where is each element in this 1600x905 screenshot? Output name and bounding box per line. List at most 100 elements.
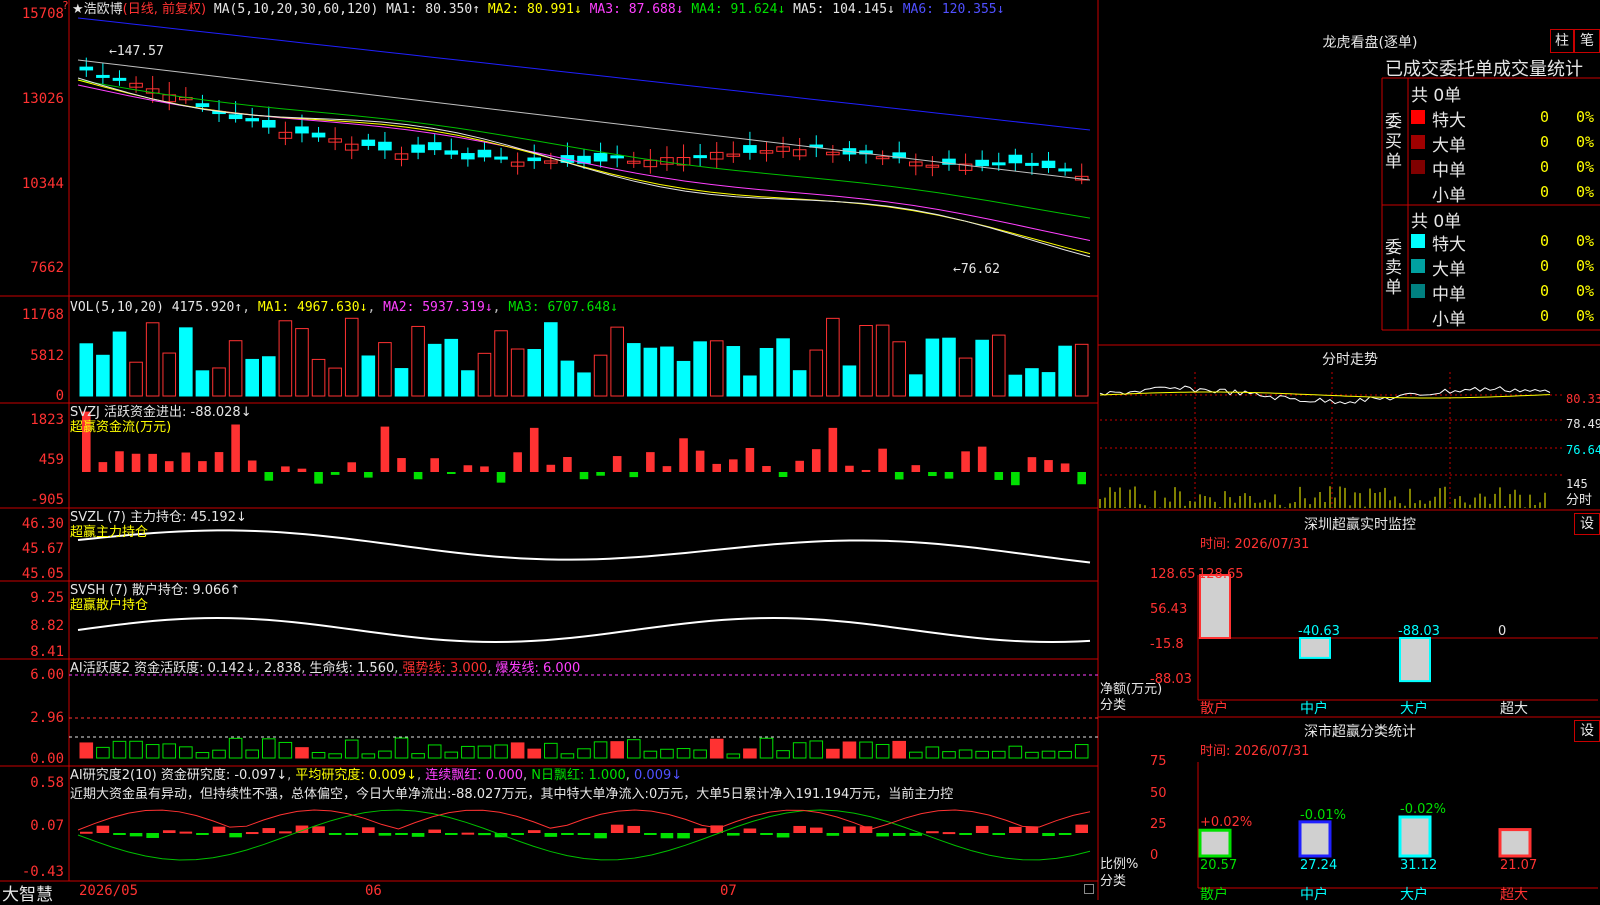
volume-bar xyxy=(1008,374,1023,397)
research-bar xyxy=(1058,833,1072,835)
sz-class-settings-button[interactable]: 设 xyxy=(1574,720,1600,742)
sz-class-bar xyxy=(1298,820,1332,858)
money-flow-bar xyxy=(247,460,257,472)
volume-bar xyxy=(991,334,1006,397)
money-flow-bar xyxy=(380,426,390,472)
volume-bar xyxy=(278,320,293,397)
chart-mode: (日线, 前复权) xyxy=(122,2,207,17)
research-bar xyxy=(395,833,408,835)
volume-bar xyxy=(228,340,243,397)
volume-bar xyxy=(909,374,923,397)
activity-bar xyxy=(610,741,624,759)
money-flow-bar xyxy=(928,472,937,477)
volume-bar xyxy=(179,327,193,397)
sz-class-yunit: 比例% xyxy=(1100,857,1139,872)
lock-icon[interactable] xyxy=(1084,884,1094,894)
svzj-ytick-1: 1823 xyxy=(30,412,64,428)
sz-class-ytick-3: 0 xyxy=(1150,848,1159,863)
activity-bar xyxy=(1025,751,1039,759)
activity-bar xyxy=(743,748,757,759)
money-flow-bar xyxy=(662,466,672,472)
stock-name: ★浩欧博 xyxy=(72,2,123,17)
candle-body xyxy=(112,77,127,81)
sell-count-0: 0 xyxy=(1540,232,1550,250)
sz-class-ratio-1: 27.24 xyxy=(1300,858,1338,873)
sz-class-cat-2: 大户 xyxy=(1400,887,1428,903)
date-label-3: 07 xyxy=(720,883,737,899)
volume-bar xyxy=(892,341,907,397)
candle-body xyxy=(461,153,475,160)
ai1-ytick-1: 6.00 xyxy=(30,667,64,683)
intraday-ytick-3: 76.64 xyxy=(1566,443,1600,457)
research-bar xyxy=(1075,824,1088,833)
volume-bar xyxy=(809,349,824,397)
research-bar xyxy=(1009,826,1022,833)
volume-bar xyxy=(1025,368,1039,397)
money-flow-bar xyxy=(430,458,439,472)
volume-bar xyxy=(510,348,525,397)
money-flow-bar xyxy=(646,452,655,472)
tab-tick-view[interactable]: 笔 xyxy=(1574,29,1600,53)
money-flow-bar xyxy=(911,465,921,472)
sz-monitor-cat-1: 中户 xyxy=(1300,701,1328,717)
buy-count-2: 0 xyxy=(1540,158,1550,176)
research-bar xyxy=(727,833,740,836)
buy-order-label: 委买单 xyxy=(1385,112,1402,172)
vol-value: 4175.920↑ xyxy=(171,300,243,315)
candle-body xyxy=(228,114,243,120)
research-bar xyxy=(478,833,491,836)
candle-body xyxy=(261,119,276,128)
activity-bar xyxy=(726,753,741,759)
intraday-vol-tick: 145 xyxy=(1566,477,1588,491)
activity-bar xyxy=(593,741,608,759)
candle-body xyxy=(991,162,1006,166)
research-bar xyxy=(411,833,425,837)
sz-monitor-settings-button[interactable]: 设 xyxy=(1574,513,1600,535)
research-bar xyxy=(743,828,757,833)
activity-bar xyxy=(1041,750,1056,759)
activity-bar xyxy=(826,748,840,759)
money-flow-bar xyxy=(861,469,871,472)
main-holding-line xyxy=(77,529,1091,564)
stock-chart-canvas[interactable] xyxy=(0,0,1600,900)
volume-bar xyxy=(859,325,873,397)
sell-swatch-3 xyxy=(1411,309,1425,323)
sz-class-bar xyxy=(1398,815,1432,858)
candle-body xyxy=(1041,160,1056,169)
money-flow-bar xyxy=(264,472,274,481)
research-bar xyxy=(826,833,840,836)
activity-bar xyxy=(444,751,459,759)
ma6-value: MA6: 120.355↓ xyxy=(902,2,1005,17)
money-flow-bar xyxy=(596,472,605,476)
activity-bar xyxy=(842,741,857,759)
sz-monitor-time: 时间: 2026/07/31 xyxy=(1200,537,1310,552)
sz-class-change-1: -0.01% xyxy=(1300,808,1346,823)
research-line xyxy=(77,809,1091,831)
money-flow-bar xyxy=(397,458,406,472)
sell-total: 共 0单 xyxy=(1411,212,1462,232)
volume-bar xyxy=(709,340,724,397)
ai2-ytick-1: 0.58 xyxy=(30,775,64,791)
tab-bar-view[interactable]: 柱 xyxy=(1550,29,1574,53)
research-bar xyxy=(1042,833,1055,837)
volume-bar xyxy=(195,370,210,397)
candle-body xyxy=(96,74,110,78)
activity-bar xyxy=(909,751,923,759)
research-bar xyxy=(660,833,674,839)
money-flow-bar xyxy=(496,472,506,483)
research-bar xyxy=(627,825,641,833)
money-flow-bar xyxy=(546,464,556,472)
money-flow-bar xyxy=(446,472,456,474)
activity-bar xyxy=(759,737,774,759)
money-flow-bar xyxy=(513,452,522,472)
vol-ma1: MA1: 4967.630↓ xyxy=(257,300,368,315)
money-flow-bar xyxy=(214,452,224,472)
volume-bar xyxy=(975,339,989,397)
money-flow-bar xyxy=(563,456,572,472)
volume-bar xyxy=(477,352,492,397)
money-flow-bar xyxy=(480,466,489,472)
research-bar xyxy=(677,833,690,839)
activity-bar xyxy=(195,752,210,759)
volume-bar xyxy=(461,370,475,397)
research-bar xyxy=(992,833,1006,835)
